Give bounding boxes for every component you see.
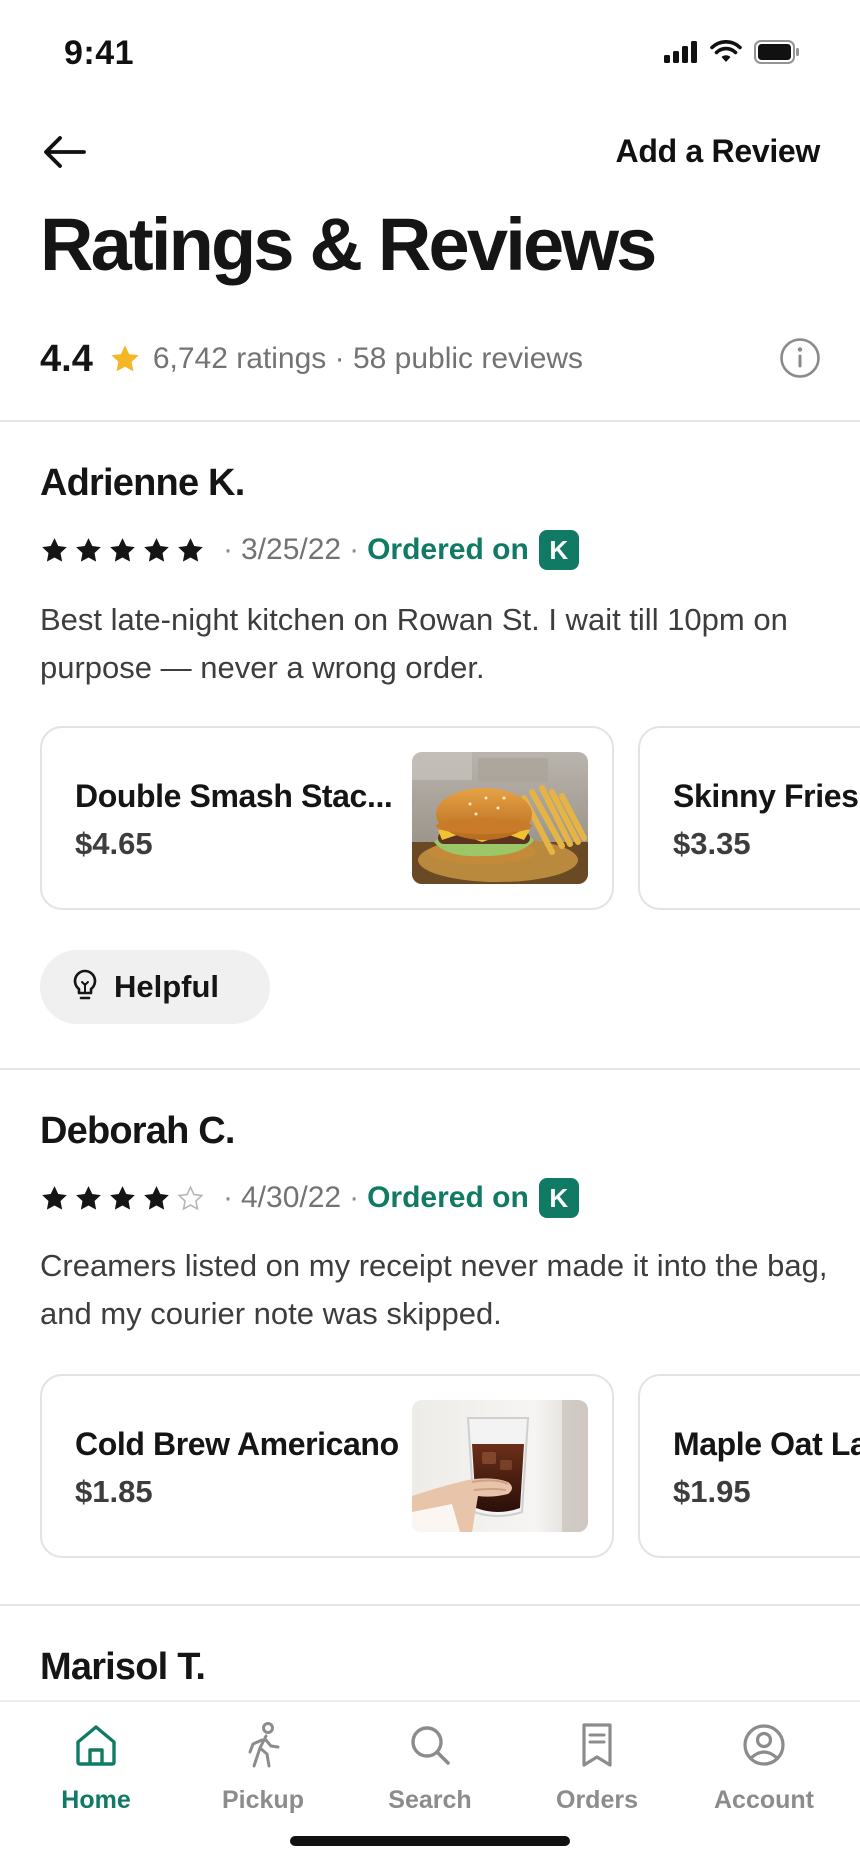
review-meta: · 4/30/22 · Ordered on K [40, 1176, 579, 1220]
ordered-item-card[interactable]: Double Smash Stac... $4.65 [40, 726, 614, 910]
burger-and-fries-photo [412, 752, 588, 884]
star-filled-icon [144, 1185, 169, 1210]
status-icons [664, 40, 800, 69]
star-filled-icon [76, 1185, 101, 1210]
ordered-item-card[interactable]: Cold Brew Americano $1.85 [40, 1374, 614, 1558]
tab-label: Account [714, 1786, 814, 1814]
divider [0, 420, 860, 422]
star-rating [40, 1184, 205, 1213]
tab-label: Orders [556, 1786, 638, 1814]
ordered-item-card[interactable]: Skinny Fries $3.35 [638, 726, 860, 910]
item-name: Maple Oat La [673, 1426, 860, 1462]
item-price: $1.85 [75, 1474, 153, 1509]
helpful-button[interactable]: Helpful [40, 950, 270, 1024]
star-filled-icon [110, 537, 135, 562]
divider [0, 1068, 860, 1070]
add-review-button[interactable]: Add a Review [616, 133, 821, 170]
platform-badge: K [538, 530, 579, 570]
star-filled-icon [76, 537, 101, 562]
ordered-on-label: Ordered on [367, 533, 529, 566]
separator-dot: · [349, 533, 360, 566]
search-icon [408, 1720, 452, 1770]
star-icon [109, 343, 141, 375]
ordered-items-carousel[interactable]: Double Smash Stac... $4.65 Skinny Fries … [40, 726, 860, 910]
cellular-signal-icon [664, 41, 698, 68]
separator-dot: · [223, 533, 233, 566]
home-indicator [290, 1836, 570, 1846]
rating-summary: 4.4 6,742 ratings · 58 public reviews [40, 332, 822, 386]
reviewer-name: Adrienne K. [40, 462, 245, 504]
star-filled-icon [110, 1185, 135, 1210]
star-empty-icon [177, 1184, 204, 1210]
ordered-on-label: Ordered on [367, 1181, 529, 1214]
tab-search[interactable]: Search [346, 1720, 514, 1820]
tab-label: Pickup [222, 1786, 304, 1814]
battery-icon [754, 40, 800, 69]
item-name: Cold Brew Americano [75, 1426, 399, 1462]
star-filled-icon [144, 537, 169, 562]
item-price: $4.65 [75, 826, 153, 861]
iced-coffee-glass-photo [412, 1400, 588, 1532]
review-text: Creamers listed on my receipt never made… [40, 1248, 828, 1331]
review-text: Best late-night kitchen on Rowan St. I w… [40, 602, 788, 685]
helpful-label: Helpful [114, 969, 220, 1004]
ordered-items-carousel[interactable]: Cold Brew Americano $1.85 Maple Oat La $… [40, 1374, 860, 1558]
receipt-icon [577, 1720, 617, 1770]
tab-label: Search [388, 1786, 472, 1814]
tab-account[interactable]: Account [680, 1720, 848, 1820]
item-name: Double Smash Stac... [75, 778, 393, 814]
walking-person-icon [241, 1720, 285, 1770]
item-name: Skinny Fries [673, 778, 859, 814]
page-title: Ratings & Reviews [40, 203, 657, 286]
status-time: 9:41 [64, 34, 135, 72]
reviewer-name: Deborah C. [40, 1110, 236, 1152]
status-bar: 9:41 [0, 0, 860, 110]
reviewer-name: Marisol T. [40, 1646, 206, 1688]
account-icon [741, 1720, 787, 1770]
item-price: $3.35 [673, 826, 751, 861]
separator-dot: · [223, 1181, 233, 1214]
lightbulb-icon [70, 968, 100, 1007]
tab-pickup[interactable]: Pickup [179, 1720, 347, 1820]
wifi-icon [710, 40, 742, 69]
star-filled-icon [42, 1185, 67, 1210]
item-price: $1.95 [673, 1474, 751, 1509]
home-icon [73, 1720, 119, 1770]
divider [0, 1604, 860, 1606]
back-button[interactable] [34, 124, 94, 184]
average-rating: 4.4 [40, 337, 93, 380]
arrow-left-icon [42, 135, 86, 174]
ratings-count: 6,742 ratings · 58 public reviews [152, 342, 584, 375]
star-filled-icon [178, 537, 203, 562]
platform-badge: K [538, 1178, 579, 1218]
info-icon[interactable] [778, 336, 822, 380]
review-date: 3/25/22 [241, 533, 342, 566]
review-date: 4/30/22 [241, 1181, 342, 1214]
review-meta: · 3/25/22 · Ordered on K [40, 528, 579, 572]
tab-label: Home [61, 1786, 131, 1814]
ordered-item-card[interactable]: Maple Oat La $1.95 [638, 1374, 860, 1558]
tab-orders[interactable]: Orders [513, 1720, 681, 1820]
tab-home[interactable]: Home [12, 1720, 180, 1820]
star-filled-icon [42, 537, 67, 562]
separator-dot: · [349, 1181, 360, 1214]
star-rating [40, 536, 205, 565]
